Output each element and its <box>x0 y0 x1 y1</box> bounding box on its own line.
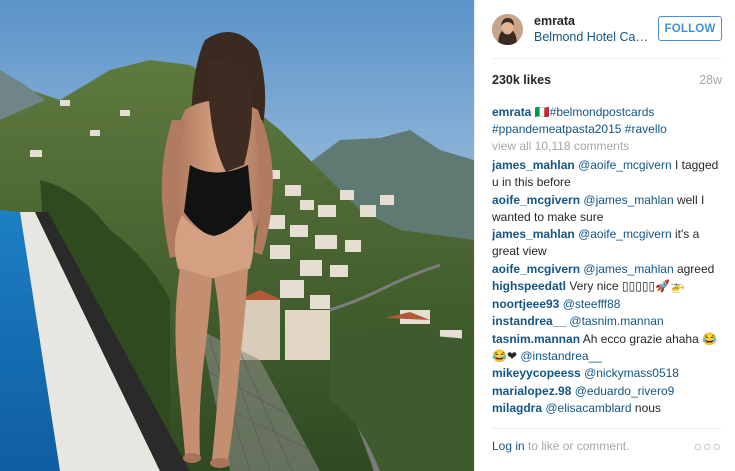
comment-mention[interactable]: @james_mahlan <box>583 262 673 276</box>
avatar-image <box>492 13 523 45</box>
avatar[interactable] <box>492 13 523 45</box>
comment-mention[interactable]: @tasnim.mannan <box>569 314 663 328</box>
comment-mention[interactable]: @eduardo_rivero9 <box>575 384 675 398</box>
comment-mention[interactable]: @steefff88 <box>563 297 621 311</box>
comment-mention[interactable]: @nickymass0518 <box>584 366 679 380</box>
comment-username[interactable]: james_mahlan <box>492 158 575 172</box>
caption-hashtag[interactable]: #ravello <box>625 122 667 136</box>
caption-hashtag[interactable]: #belmondpostcards <box>550 105 655 119</box>
login-link[interactable]: Log in <box>492 439 525 453</box>
comment-mention[interactable]: @aoife_mcgivern <box>578 158 672 172</box>
instagram-post: emrata Belmond Hotel Caruso, Ravello FOL… <box>0 0 735 471</box>
header-text: emrata Belmond Hotel Caruso, Ravello <box>534 14 654 45</box>
post-header: emrata Belmond Hotel Caruso, Ravello FOL… <box>475 0 735 58</box>
header-divider <box>492 58 722 59</box>
comment-text: nous <box>631 401 661 415</box>
post-age: 28w <box>699 73 722 87</box>
likes-count[interactable]: 230k likes <box>492 73 551 87</box>
comment-item: aoife_mcgivern @james_mahlan well I want… <box>492 192 724 226</box>
post-stats: 230k likes 28w <box>492 70 722 90</box>
comment-item: highspeedatl Very nice ▯▯▯▯▯🚀🚁 <box>492 278 724 295</box>
comment-username[interactable]: noortjeee93 <box>492 297 559 311</box>
comment-item: tasnim.mannan Ah ecco grazie ahaha 😂😂❤ @… <box>492 331 724 365</box>
comment-mention[interactable]: @elisacamblard <box>545 401 631 415</box>
follow-button[interactable]: FOLLOW <box>658 16 722 41</box>
comment-text: agreed <box>673 261 715 276</box>
photo-scene <box>0 0 474 471</box>
login-prompt-text: to like or comment. <box>524 438 630 453</box>
caption-username[interactable]: emrata <box>492 105 531 119</box>
comment-username[interactable]: milagdra <box>492 401 542 415</box>
flag-emoji: 🇮🇹 <box>534 105 550 119</box>
post-footer: Log in to like or comment. ○○○ <box>492 428 722 462</box>
comment-item: mikeyycopeess @nickymass0518 <box>492 365 724 382</box>
comment-mention[interactable]: @james_mahlan <box>583 193 673 207</box>
comment-username[interactable]: aoife_mcgivern <box>492 262 580 276</box>
comments-list[interactable]: emrata 🇮🇹#belmondpostcards #ppandemeatpa… <box>492 104 724 424</box>
comment-username[interactable]: tasnim.mannan <box>492 332 580 346</box>
comment-item: james_mahlan @aoife_mcgivern I tagged u … <box>492 157 724 191</box>
comment-username[interactable]: james_mahlan <box>492 227 575 241</box>
comment-item: milagdra @elisacamblard nous <box>492 400 724 417</box>
comment-item: marialopez.98 @eduardo_rivero9 <box>492 383 724 400</box>
comment-text: Very nice ▯▯▯▯▯🚀🚁 <box>566 279 685 293</box>
comment-item: james_mahlan @aoife_mcgivern it's a grea… <box>492 226 724 260</box>
post-author-username[interactable]: emrata <box>534 14 654 29</box>
login-prompt: Log in to like or comment. <box>492 439 629 453</box>
comment-mention[interactable]: @instandrea__ <box>520 349 602 363</box>
ellipsis-icon[interactable]: ○○○ <box>694 438 722 454</box>
comment-username[interactable]: aoife_mcgivern <box>492 193 580 207</box>
comment-username[interactable]: highspeedatl <box>492 279 566 293</box>
post-photo[interactable] <box>0 0 474 471</box>
comment-mention[interactable]: @aoife_mcgivern <box>578 227 672 241</box>
post-location-link[interactable]: Belmond Hotel Caruso, Ravello <box>534 29 652 45</box>
comment-username[interactable]: marialopez.98 <box>492 384 571 398</box>
caption: emrata 🇮🇹#belmondpostcards #ppandemeatpa… <box>492 104 724 138</box>
comment-username[interactable]: mikeyycopeess <box>492 366 581 380</box>
caption-hashtag[interactable]: #ppandemeatpasta2015 <box>492 122 621 136</box>
comment-item: noortjeee93 @steefff88 <box>492 296 724 313</box>
comment-item: aoife_mcgivern @james_mahlan agreed <box>492 261 724 278</box>
post-details-panel: emrata Belmond Hotel Caruso, Ravello FOL… <box>474 0 735 471</box>
comment-item: instandrea__ @tasnim.mannan <box>492 313 724 330</box>
view-all-comments-link[interactable]: view all 10,118 comments <box>492 138 724 155</box>
comment-username[interactable]: instandrea__ <box>492 314 566 328</box>
